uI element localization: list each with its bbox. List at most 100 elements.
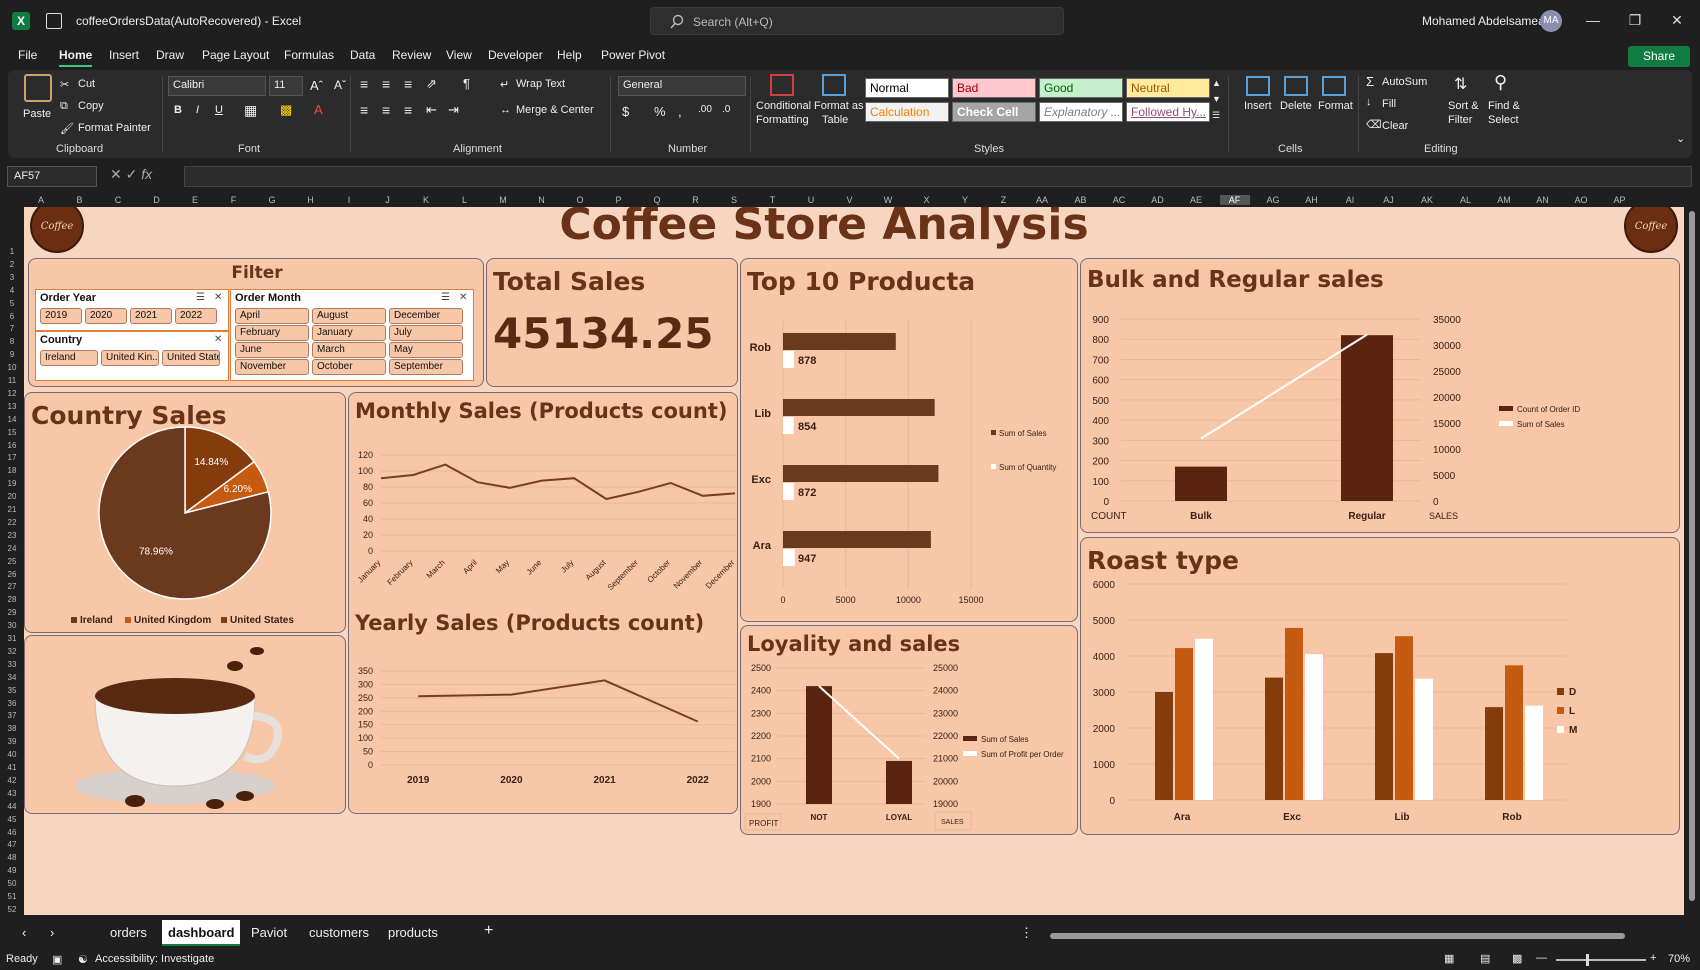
row-header[interactable]: 39: [0, 737, 24, 746]
sheet-tab-products[interactable]: products: [388, 925, 438, 940]
restore-icon[interactable]: ❐: [1625, 10, 1645, 30]
row-header[interactable]: 21: [0, 505, 24, 514]
cut-button[interactable]: Cut: [78, 78, 95, 90]
row-header[interactable]: 45: [0, 815, 24, 824]
page-layout-view-icon[interactable]: ▤: [1480, 952, 1490, 965]
shrink-font-icon[interactable]: Aˇ: [334, 78, 346, 92]
row-header[interactable]: 44: [0, 802, 24, 811]
column-header-AN[interactable]: AN: [1528, 195, 1558, 205]
column-header-J[interactable]: J: [373, 195, 403, 205]
multi-select-icon[interactable]: ☰: [441, 292, 450, 303]
style-check-cell[interactable]: Check Cell: [952, 102, 1036, 122]
align-right-icon[interactable]: ≡: [404, 102, 412, 118]
copy-button[interactable]: Copy: [78, 100, 104, 112]
fill-button[interactable]: Fill: [1382, 98, 1396, 110]
align-top-icon[interactable]: ≡: [360, 76, 368, 92]
next-sheet-icon[interactable]: ›: [50, 925, 54, 940]
autosum-icon[interactable]: Σ: [1366, 74, 1374, 89]
sort-filter-button-line2[interactable]: Filter: [1448, 114, 1472, 126]
slicer-item[interactable]: March: [312, 342, 386, 358]
decrease-decimal-icon[interactable]: .0: [722, 104, 730, 115]
column-header-D[interactable]: D: [142, 195, 172, 205]
tab-formulas[interactable]: Formulas: [284, 48, 334, 62]
column-header-AB[interactable]: AB: [1066, 195, 1096, 205]
row-header[interactable]: 22: [0, 518, 24, 527]
clear-filter-icon[interactable]: ✕: [214, 292, 222, 303]
row-header[interactable]: 18: [0, 466, 24, 475]
paste-button[interactable]: Paste: [23, 108, 51, 120]
vertical-scrollbar[interactable]: [1684, 207, 1700, 915]
row-header[interactable]: 47: [0, 840, 24, 849]
row-header[interactable]: 31: [0, 634, 24, 643]
paste-icon[interactable]: [24, 74, 52, 102]
format-painter-icon[interactable]: 🖌: [60, 122, 74, 135]
more-options-icon[interactable]: ⋮: [1020, 925, 1033, 941]
column-header-AP[interactable]: AP: [1605, 195, 1635, 205]
row-header[interactable]: 6: [0, 312, 24, 321]
delete-cells-button[interactable]: Delete: [1280, 100, 1312, 112]
column-header-U[interactable]: U: [796, 195, 826, 205]
column-header-AM[interactable]: AM: [1489, 195, 1519, 205]
column-header-Q[interactable]: Q: [642, 195, 672, 205]
column-header-R[interactable]: R: [681, 195, 711, 205]
row-header[interactable]: 13: [0, 402, 24, 411]
row-header[interactable]: 26: [0, 570, 24, 579]
clear-icon[interactable]: ⌫: [1366, 118, 1382, 131]
zoom-slider-thumb[interactable]: [1586, 954, 1589, 966]
tab-insert[interactable]: Insert: [109, 48, 139, 62]
column-header-N[interactable]: N: [527, 195, 557, 205]
column-header-T[interactable]: T: [758, 195, 788, 205]
sort-filter-button[interactable]: Sort &: [1448, 100, 1479, 112]
column-header-H[interactable]: H: [296, 195, 326, 205]
column-header-I[interactable]: I: [334, 195, 364, 205]
column-header-M[interactable]: M: [488, 195, 518, 205]
tab-view[interactable]: View: [446, 48, 472, 62]
row-header[interactable]: 36: [0, 699, 24, 708]
column-header-V[interactable]: V: [835, 195, 865, 205]
tab-developer[interactable]: Developer: [488, 48, 543, 62]
zoom-out-icon[interactable]: —: [1536, 952, 1547, 964]
zoom-slider[interactable]: [1556, 954, 1646, 966]
format-cells-icon[interactable]: [1322, 76, 1346, 96]
add-sheet-icon[interactable]: +: [484, 922, 493, 940]
close-icon[interactable]: ✕: [1667, 10, 1687, 30]
slicer-item[interactable]: August: [312, 308, 386, 324]
row-header[interactable]: 12: [0, 389, 24, 398]
row-header[interactable]: 2: [0, 260, 24, 269]
horizontal-scrollbar[interactable]: [1050, 933, 1625, 939]
prev-sheet-icon[interactable]: ‹: [22, 925, 26, 940]
column-header-B[interactable]: B: [65, 195, 95, 205]
clear-button[interactable]: Clear: [1382, 120, 1408, 132]
tab-file[interactable]: File: [18, 48, 37, 62]
fill-color-icon[interactable]: ▩: [280, 102, 292, 118]
slicer-item[interactable]: October: [312, 359, 386, 375]
align-bottom-icon[interactable]: ≡: [404, 76, 412, 92]
copy-icon[interactable]: ⧉: [60, 100, 68, 113]
column-header-AD[interactable]: AD: [1143, 195, 1173, 205]
function-icon[interactable]: ✕ ✓ fx: [110, 166, 152, 183]
column-header-C[interactable]: C: [103, 195, 133, 205]
column-header-AE[interactable]: AE: [1181, 195, 1211, 205]
column-header-AK[interactable]: AK: [1412, 195, 1442, 205]
row-header[interactable]: 43: [0, 789, 24, 798]
styles-scroll-down-icon[interactable]: ▼: [1212, 94, 1221, 104]
column-header-AF[interactable]: AF: [1219, 195, 1250, 205]
row-header[interactable]: 25: [0, 557, 24, 566]
conditional-formatting-button[interactable]: Conditional: [756, 100, 811, 112]
find-select-button[interactable]: Find &: [1488, 100, 1520, 112]
format-painter-button[interactable]: Format Painter: [78, 122, 151, 134]
style-good[interactable]: Good: [1039, 78, 1123, 98]
merge-icon[interactable]: ↔: [500, 104, 511, 116]
column-header-F[interactable]: F: [219, 195, 249, 205]
style-explanatory[interactable]: Explanatory ...: [1039, 102, 1123, 122]
insert-cells-button[interactable]: Insert: [1244, 100, 1272, 112]
minimize-icon[interactable]: —: [1583, 10, 1603, 30]
orientation-icon[interactable]: ⇗: [426, 76, 437, 92]
column-header-K[interactable]: K: [411, 195, 441, 205]
column-header-Y[interactable]: Y: [950, 195, 980, 205]
increase-indent-icon[interactable]: ⇥: [448, 102, 459, 118]
row-header[interactable]: 32: [0, 647, 24, 656]
row-header[interactable]: 33: [0, 660, 24, 669]
row-header[interactable]: 40: [0, 750, 24, 759]
row-header[interactable]: 24: [0, 544, 24, 553]
